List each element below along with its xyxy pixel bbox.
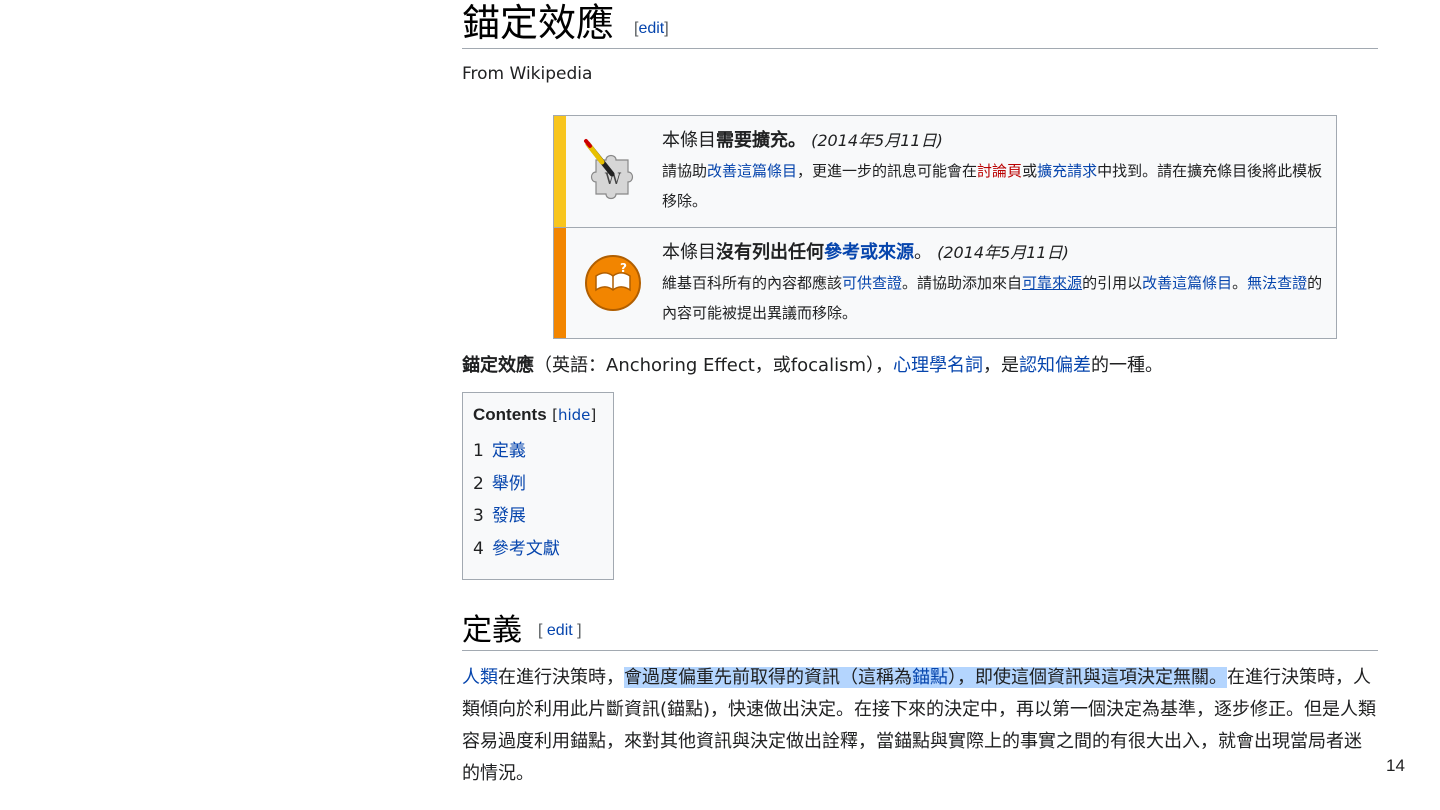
- notice-body: 維基百科所有的內容都應該可供查證。請協助添加來自可靠來源的引用以改善這篇條目。無…: [662, 268, 1326, 328]
- toc-bracket-close: ]: [590, 406, 597, 424]
- toc-hide-toggle[interactable]: hide: [558, 406, 590, 424]
- notice-title-bold: 需要擴充。: [716, 130, 806, 151]
- toc-link-development[interactable]: 發展: [492, 506, 526, 526]
- notice-title-bold: 沒有列出任何: [716, 242, 824, 263]
- svg-text:?: ?: [620, 261, 627, 275]
- notice-text-segment: 。請協助添加來自: [902, 274, 1023, 292]
- page-heading: 錨定效應 [edit]: [462, 0, 1378, 49]
- definition-paragraph: 人類在進行決策時，會過度偏重先前取得的資訊（這稱為錨點），即使這個資訊與這項決定…: [462, 662, 1378, 790]
- notice-title-suffix: 。: [914, 242, 932, 263]
- lead-paragraph: 錨定效應（英語：Anchoring Effect，或focalism），心理學名…: [462, 353, 1163, 379]
- notice-bar: [554, 116, 566, 227]
- toc-item[interactable]: 3 發展: [473, 505, 560, 538]
- cognitive-bias-link[interactable]: 認知偏差: [1019, 355, 1091, 376]
- section-heading-definition: 定義 [ edit ]: [462, 610, 1378, 651]
- toc-number: 3: [473, 506, 484, 526]
- notice-text-segment: 或: [1022, 162, 1038, 180]
- notice-title-prefix: 本條目: [662, 130, 716, 151]
- notice-title: 本條目需要擴充。 (2014年5月11日): [662, 126, 1326, 156]
- edit-bracket-close: ]: [572, 622, 582, 639]
- toc-number: 1: [473, 441, 484, 461]
- notice-bar: [554, 228, 566, 338]
- notice-date: (2014年5月11日): [937, 243, 1069, 262]
- improve-article-link[interactable]: 改善這篇條目: [707, 162, 797, 180]
- paragraph-text: ），即使這個資訊與這項決定無關。: [948, 667, 1227, 688]
- paragraph-text: 在進行決策時，: [498, 667, 624, 688]
- toc-link-references[interactable]: 參考文獻: [492, 539, 560, 559]
- lead-text: （英語：Anchoring Effect，或focalism），: [534, 355, 893, 376]
- toc-item[interactable]: 1 定義: [473, 440, 560, 473]
- references-sources-link[interactable]: 參考或來源: [824, 242, 914, 263]
- lead-text: ，是: [983, 355, 1019, 376]
- reliable-sources-link[interactable]: 可靠來源: [1022, 274, 1082, 292]
- wikipedia-puzzle-icon: W: [582, 138, 644, 204]
- toc-heading: Contents: [473, 405, 547, 424]
- notice-title-prefix: 本條目: [662, 242, 716, 263]
- section-edit-link[interactable]: edit: [547, 622, 573, 639]
- toc-item[interactable]: 2 舉例: [473, 473, 560, 506]
- notice-text: 本條目沒有列出任何參考或來源。 (2014年5月11日) 維基百科所有的內容都應…: [662, 238, 1326, 328]
- psychology-term-link[interactable]: 心理學名詞: [893, 355, 983, 376]
- expansion-request-link[interactable]: 擴充請求: [1037, 162, 1097, 180]
- table-of-contents: Contents [hide] 1 定義 2 舉例 3 發展 4 參考文獻: [462, 392, 614, 580]
- page-title: 錨定效應: [462, 1, 615, 45]
- notice-text-segment: 請協助: [662, 162, 708, 180]
- anchor-link[interactable]: 錨點: [912, 667, 948, 688]
- talk-page-link[interactable]: 討論頁: [977, 162, 1022, 180]
- lead-text: 的一種。: [1091, 355, 1163, 376]
- toc-number: 2: [473, 473, 484, 494]
- notice-body: 請協助改善這篇條目，更進一步的訊息可能會在討論頁或擴充請求中找到。請在擴充條目後…: [662, 156, 1326, 216]
- title-edit-section: [edit]: [634, 20, 669, 38]
- notice-text-segment: ，更進一步的訊息可能會在: [797, 162, 978, 180]
- book-question-icon: ?: [582, 250, 644, 316]
- toc-link-definition[interactable]: 定義: [492, 441, 526, 461]
- notice-text-segment: 維基百科所有的內容都應該: [662, 274, 843, 292]
- notice-boxes: W 本條目需要擴充。 (2014年5月11日) 請協助改善這篇條目，更進一步的訊…: [553, 115, 1337, 339]
- notice-title: 本條目沒有列出任何參考或來源。 (2014年5月11日): [662, 238, 1326, 268]
- notice-text-segment: 。: [1232, 274, 1248, 292]
- improve-article-link[interactable]: 改善這篇條目: [1142, 274, 1232, 292]
- lead-term: 錨定效應: [462, 355, 534, 376]
- notice-text: 本條目需要擴充。 (2014年5月11日) 請協助改善這篇條目，更進一步的訊息可…: [662, 126, 1326, 216]
- site-sub: From Wikipedia: [462, 64, 593, 84]
- section-edit-section: [ edit ]: [538, 622, 582, 640]
- expand-notice: W 本條目需要擴充。 (2014年5月11日) 請協助改善這篇條目，更進一步的訊…: [554, 116, 1336, 227]
- edit-bracket-open: [: [538, 622, 547, 639]
- paragraph-text: 會過度偏重先前取得的資訊（這稱為: [624, 667, 912, 688]
- notice-text-segment: 的引用以: [1082, 274, 1143, 292]
- section-title: 定義: [462, 613, 522, 648]
- title-edit-link[interactable]: edit: [638, 20, 664, 37]
- toc-link-examples[interactable]: 舉例: [492, 474, 526, 494]
- toc-list: 1 定義 2 舉例 3 發展 4 參考文獻: [473, 440, 560, 570]
- toc-number: 4: [473, 538, 484, 559]
- notice-date: (2014年5月11日): [811, 131, 943, 150]
- unreferenced-notice: ? 本條目沒有列出任何參考或來源。 (2014年5月11日) 維基百科所有的內容…: [554, 227, 1336, 338]
- edit-bracket-close: ]: [664, 20, 669, 37]
- human-link[interactable]: 人類: [462, 667, 498, 688]
- toc-item[interactable]: 4 參考文獻: [473, 538, 560, 571]
- page-number: 14: [1386, 756, 1405, 775]
- verifiability-link[interactable]: 可供查證: [842, 274, 902, 292]
- toc-title: Contents [hide]: [473, 405, 596, 425]
- highlighted-selection: 會過度偏重先前取得的資訊（這稱為錨點），即使這個資訊與這項決定無關。: [624, 667, 1227, 688]
- unverifiable-link[interactable]: 無法查證: [1247, 274, 1307, 292]
